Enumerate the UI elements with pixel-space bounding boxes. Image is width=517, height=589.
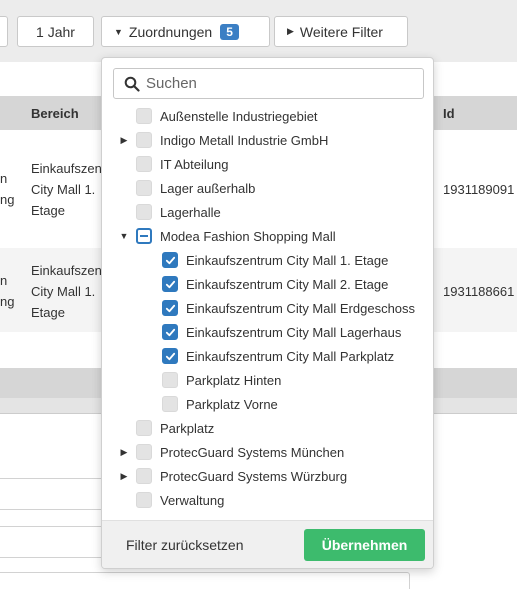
table-cell-area: Etage xyxy=(31,305,65,320)
tree-item-label: Außenstelle Industriegebiet xyxy=(160,108,318,124)
tree-item[interactable]: Einkaufszentrum City Mall 2. Etage xyxy=(146,272,388,296)
tree-item-label: Einkaufszentrum City Mall 2. Etage xyxy=(186,276,389,292)
search-input[interactable] xyxy=(146,75,416,92)
checkbox[interactable] xyxy=(136,492,152,508)
checkbox-partial[interactable] xyxy=(136,228,152,244)
period-button[interactable]: 1 Jahr xyxy=(17,16,94,47)
assignments-label: Zuordnungen xyxy=(128,23,213,40)
checkbox[interactable] xyxy=(136,156,152,172)
table-cell-area: Einkaufszen xyxy=(31,263,102,278)
tree-item-label: Parkplatz Vorne xyxy=(186,396,278,412)
search-box xyxy=(113,68,424,99)
tree-item-label: ProtecGuard Systems Würzburg xyxy=(160,468,348,484)
tree-item[interactable]: Einkaufszentrum City Mall Erdgeschoss xyxy=(146,296,415,320)
checkbox-checked[interactable] xyxy=(162,252,178,268)
form-input[interactable] xyxy=(0,478,110,510)
tree-item[interactable]: Einkaufszentrum City Mall 1. Etage xyxy=(146,248,388,272)
tree-item-label: Lagerhalle xyxy=(160,204,221,220)
checkbox[interactable] xyxy=(136,108,152,124)
column-header-area: Bereich xyxy=(31,106,79,121)
table-cell-area: City Mall 1. xyxy=(31,182,96,197)
tree-item-label: Indigo Metall Industrie GmbH xyxy=(160,132,329,148)
checkmark-icon xyxy=(165,328,175,336)
tree-item[interactable]: Verwaltung xyxy=(118,488,224,512)
previous-filter-button[interactable] xyxy=(0,16,8,47)
period-label: 1 Jahr xyxy=(36,23,75,40)
expand-arrow-icon[interactable]: ▶ xyxy=(118,471,130,482)
tree-item[interactable]: Einkaufszentrum City Mall Lagerhaus xyxy=(146,320,401,344)
checkbox[interactable] xyxy=(162,396,178,412)
checkbox[interactable] xyxy=(136,180,152,196)
table-cell-fragment: ng xyxy=(0,192,15,207)
reset-filter-button[interactable]: Filter zurücksetzen xyxy=(126,537,243,553)
table-cell-area: Etage xyxy=(31,203,65,218)
expand-arrow-icon[interactable]: ▶ xyxy=(118,135,130,146)
tree-item-label: ProtecGuard Systems München xyxy=(160,444,345,460)
tree-item-label: Einkaufszentrum City Mall Parkplatz xyxy=(186,348,395,364)
caret-down-icon: ▼ xyxy=(114,26,123,37)
form-input[interactable] xyxy=(0,526,110,558)
more-filters-button[interactable]: ▶ Weitere Filter xyxy=(274,16,408,47)
checkbox-checked[interactable] xyxy=(162,348,178,364)
form-input[interactable] xyxy=(0,572,410,589)
tree-item[interactable]: ▶ Indigo Metall Industrie GmbH xyxy=(118,128,328,152)
tree-item[interactable]: Einkaufszentrum City Mall Parkplatz xyxy=(146,344,394,368)
checkbox-checked[interactable] xyxy=(162,300,178,316)
filter-toolbar: 1 Jahr ▼ Zuordnungen 5 ▶ Weitere Filter xyxy=(0,0,517,62)
column-header-id: Id xyxy=(443,106,455,121)
table-cell-id: 1931188661 xyxy=(443,284,515,299)
tree-item[interactable]: ▼ Modea Fashion Shopping Mall xyxy=(118,224,336,248)
checkbox[interactable] xyxy=(136,444,152,460)
tree-item-label: Lager außerhalb xyxy=(160,180,256,196)
checkbox[interactable] xyxy=(136,204,152,220)
expand-arrow-icon[interactable]: ▶ xyxy=(118,447,130,458)
assignments-count-badge: 5 xyxy=(220,23,239,40)
more-filters-label: Weitere Filter xyxy=(299,23,383,40)
tree-item-label: Einkaufszentrum City Mall Erdgeschoss xyxy=(186,300,416,316)
assignments-dropdown: Außenstelle Industriegebiet ▶ Indigo Metal… xyxy=(101,57,434,569)
tree-item[interactable]: ▶ ProtecGuard Systems Würzburg xyxy=(118,464,347,488)
checkbox[interactable] xyxy=(162,372,178,388)
assignments-button[interactable]: ▼ Zuordnungen 5 xyxy=(101,16,270,47)
checkbox[interactable] xyxy=(136,132,152,148)
table-cell-fragment: n xyxy=(0,273,8,288)
checkbox-checked[interactable] xyxy=(162,276,178,292)
tree-item[interactable]: Lagerhalle xyxy=(118,200,221,224)
checkbox-checked[interactable] xyxy=(162,324,178,340)
table-cell-area: City Mall 1. xyxy=(31,284,96,299)
table-cell-fragment: n xyxy=(0,171,8,186)
tree-item-label: Verwaltung xyxy=(160,492,225,508)
tree-item[interactable]: Lager außerhalb xyxy=(118,176,255,200)
checkbox[interactable] xyxy=(136,420,152,436)
tree-item[interactable]: Parkplatz Hinten xyxy=(146,368,281,392)
tree-item-label: Einkaufszentrum City Mall 1. Etage xyxy=(186,252,389,268)
tree-item[interactable]: Parkplatz xyxy=(118,416,214,440)
tree-item-label: Einkaufszentrum City Mall Lagerhaus xyxy=(186,324,402,340)
tree-item[interactable]: Außenstelle Industriegebiet xyxy=(118,104,318,128)
checkmark-icon xyxy=(165,256,175,264)
tree-item[interactable]: IT Abteilung xyxy=(118,152,228,176)
search-icon xyxy=(124,76,140,92)
tree-item-label: Parkplatz Hinten xyxy=(186,372,282,388)
collapse-arrow-icon[interactable]: ▼ xyxy=(118,231,130,241)
tree-item[interactable]: ▶ ProtecGuard Systems München xyxy=(118,440,344,464)
tree-item-label: Parkplatz xyxy=(160,420,215,436)
checkmark-icon xyxy=(165,280,175,288)
table-cell-fragment: ng xyxy=(0,294,15,309)
dropdown-footer: Filter zurücksetzen Übernehmen xyxy=(102,520,433,568)
table-cell-id: 1931189091 xyxy=(443,182,515,197)
tree-item-label: Modea Fashion Shopping Mall xyxy=(160,228,336,244)
checkmark-icon xyxy=(165,352,175,360)
caret-right-icon: ▶ xyxy=(287,26,294,36)
checkmark-icon xyxy=(165,304,175,312)
tree-item[interactable]: Parkplatz Vorne xyxy=(146,392,278,416)
table-cell-area: Einkaufszen xyxy=(31,161,102,176)
tree-item-label: IT Abteilung xyxy=(160,156,229,172)
checkbox[interactable] xyxy=(136,468,152,484)
apply-button[interactable]: Übernehmen xyxy=(304,529,425,561)
